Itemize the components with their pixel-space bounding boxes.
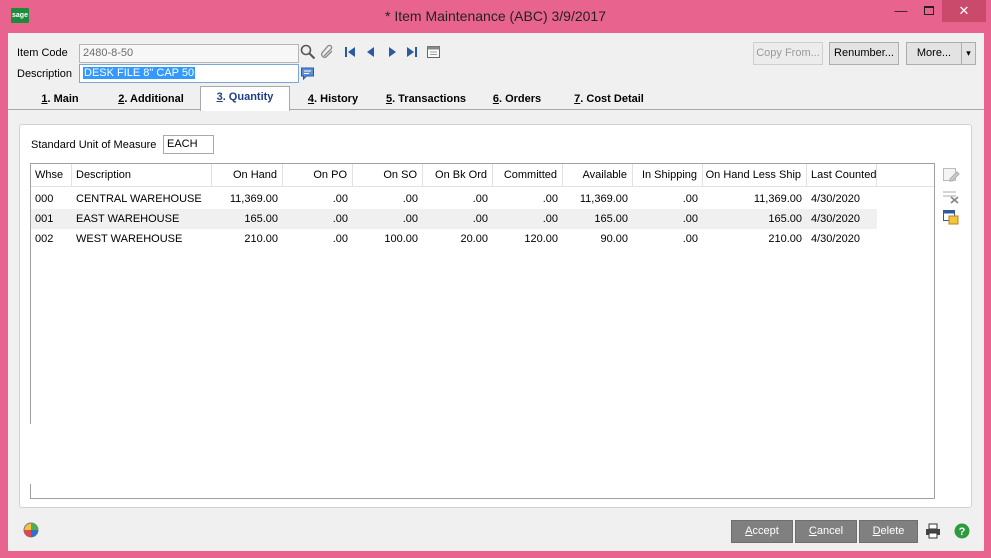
cell-description: EAST WAREHOUSE xyxy=(76,213,180,225)
cell-whse: 001 xyxy=(35,213,54,225)
col-header-available[interactable]: Available xyxy=(563,164,633,187)
cell-available: 165.00 xyxy=(594,213,628,225)
cell-description: CENTRAL WAREHOUSE xyxy=(76,193,202,205)
col-header-whse[interactable]: Whse xyxy=(31,164,72,187)
col-header-on-hand-less-ship[interactable]: On Hand Less Ship xyxy=(703,164,807,187)
tab-history[interactable]: 4. History xyxy=(298,89,368,110)
lot-serial-icon[interactable] xyxy=(942,209,960,225)
help-icon[interactable]: ? xyxy=(954,523,970,539)
item-code-field[interactable]: 2480-8-50 xyxy=(79,44,299,63)
cell-last-counted: 4/30/2020 xyxy=(811,193,860,205)
tab-cost-detail[interactable]: 7. Cost Detail xyxy=(564,89,654,110)
cancel-button[interactable]: Cancel xyxy=(795,520,857,543)
tab-orders[interactable]: 6. Orders xyxy=(486,89,548,110)
cell-in-shipping: .00 xyxy=(682,193,698,205)
previous-record-icon[interactable] xyxy=(364,45,378,59)
more-dropdown-button[interactable]: ▾ xyxy=(961,42,976,65)
search-icon[interactable] xyxy=(300,44,316,60)
cell-in-shipping: .00 xyxy=(682,213,698,225)
svg-text:?: ? xyxy=(959,526,966,538)
cell-committed: .00 xyxy=(542,193,558,205)
cell-on-hand: 210.00 xyxy=(244,233,278,245)
col-header-on-po[interactable]: On PO xyxy=(283,164,353,187)
tab-quantity[interactable]: 3. Quantity xyxy=(200,86,290,111)
first-record-icon[interactable] xyxy=(343,45,357,59)
window-title: * Item Maintenance (ABC) 3/9/2017 xyxy=(384,8,606,24)
tab-transactions[interactable]: 5. Transactions xyxy=(376,89,476,110)
cell-on-po: .00 xyxy=(332,213,348,225)
cell-available: 90.00 xyxy=(600,233,628,245)
cell-in-shipping: .00 xyxy=(682,233,698,245)
cell-whse: 002 xyxy=(35,233,54,245)
col-header-committed[interactable]: Committed xyxy=(493,164,563,187)
description-field[interactable]: DESK FILE 8" CAP 50 xyxy=(79,64,299,83)
more-button[interactable]: More... xyxy=(906,42,962,65)
cell-last-counted: 4/30/2020 xyxy=(811,233,860,245)
sage-ball-icon[interactable] xyxy=(23,522,39,538)
cell-on-hand: 165.00 xyxy=(244,213,278,225)
cell-whse: 000 xyxy=(35,193,54,205)
cell-on-hand: 11,369.00 xyxy=(229,193,278,205)
close-button[interactable]: ✕ xyxy=(942,0,986,22)
grid-header: Whse Description On Hand On PO On SO On … xyxy=(31,164,934,187)
table-row[interactable]: 002 WEST WAREHOUSE 210.00 .00 100.00 20.… xyxy=(31,229,877,249)
col-header-on-bk-ord[interactable]: On Bk Ord xyxy=(423,164,493,187)
cell-on-po: .00 xyxy=(332,193,348,205)
warehouse-grid[interactable]: Whse Description On Hand On PO On SO On … xyxy=(29,163,935,499)
tab-strip: 1. Main 2. Additional 3. Quantity 4. His… xyxy=(8,86,984,111)
memo-icon[interactable] xyxy=(300,66,315,81)
minimize-button[interactable]: — xyxy=(888,0,914,22)
renumber-button[interactable]: Renumber... xyxy=(829,42,899,65)
cell-on-po: .00 xyxy=(332,233,348,245)
table-row[interactable]: 001 EAST WAREHOUSE 165.00 .00 .00 .00 .0… xyxy=(31,209,877,229)
cell-on-bk-ord: .00 xyxy=(472,193,488,205)
col-header-on-hand[interactable]: On Hand xyxy=(212,164,283,187)
description-label: Description xyxy=(17,68,73,80)
last-record-icon[interactable] xyxy=(405,45,419,59)
delete-button[interactable]: Delete xyxy=(859,520,918,543)
cell-available: 11,369.00 xyxy=(579,193,628,205)
cell-committed: 120.00 xyxy=(524,233,558,245)
maximize-button[interactable] xyxy=(916,0,942,22)
cell-on-bk-ord: .00 xyxy=(472,213,488,225)
col-header-in-shipping[interactable]: In Shipping xyxy=(633,164,703,187)
copy-from-button[interactable]: Copy From... xyxy=(753,42,823,65)
next-record-icon[interactable] xyxy=(385,45,399,59)
uom-label: Standard Unit of Measure xyxy=(31,139,157,151)
tab-main[interactable]: 1. Main xyxy=(30,89,90,110)
cell-on-so: 100.00 xyxy=(384,233,418,245)
cell-on-bk-ord: 20.00 xyxy=(460,233,488,245)
grid-border-gap xyxy=(29,424,53,484)
cell-on-so: .00 xyxy=(402,193,418,205)
description-selected-text: DESK FILE 8" CAP 50 xyxy=(83,67,196,79)
col-header-last-counted[interactable]: Last Counted xyxy=(807,164,877,187)
cell-last-counted: 4/30/2020 xyxy=(811,213,860,225)
maximize-icon xyxy=(924,6,934,15)
attach-icon[interactable] xyxy=(320,44,336,60)
cell-on-hand-less-ship: 11,369.00 xyxy=(753,193,802,205)
col-header-description[interactable]: Description xyxy=(72,164,212,187)
cell-description: WEST WAREHOUSE xyxy=(76,233,183,245)
cell-committed: .00 xyxy=(542,213,558,225)
table-row[interactable]: 000 CENTRAL WAREHOUSE 11,369.00 .00 .00 … xyxy=(31,189,877,209)
calendar-icon[interactable] xyxy=(426,44,441,59)
client-area: Item Code 2480-8-50 Description DESK FIL… xyxy=(8,33,984,551)
cell-on-so: .00 xyxy=(402,213,418,225)
item-code-label: Item Code xyxy=(17,47,68,59)
edit-row-icon[interactable] xyxy=(942,167,960,183)
uom-field[interactable]: EACH xyxy=(163,135,214,154)
tab-additional[interactable]: 2. Additional xyxy=(108,89,194,110)
delete-row-icon[interactable] xyxy=(942,188,960,204)
col-header-on-so[interactable]: On SO xyxy=(353,164,423,187)
cell-on-hand-less-ship: 210.00 xyxy=(768,233,802,245)
cell-on-hand-less-ship: 165.00 xyxy=(768,213,802,225)
accept-button[interactable]: Accept xyxy=(731,520,793,543)
title-bar: sage * Item Maintenance (ABC) 3/9/2017 —… xyxy=(0,0,991,33)
printer-icon[interactable] xyxy=(925,523,941,539)
